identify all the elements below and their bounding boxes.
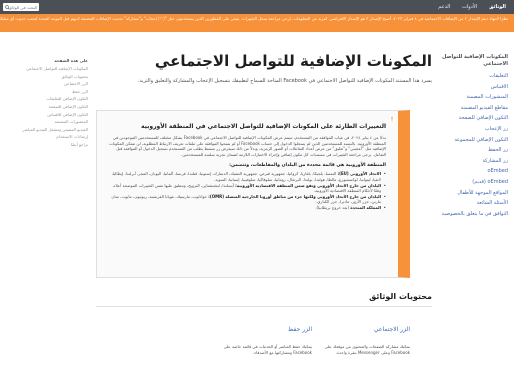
sidebar-item-like-button[interactable]: زر الإعجاب	[434, 124, 508, 135]
toc-link[interactable]: التكون الإضافي للتعليقات	[4, 95, 88, 103]
on-this-page-title: على هذه الصفحة	[54, 58, 88, 63]
eu-changes-callout: التغييرات الطارئة على المكونات الإضافية …	[96, 110, 410, 278]
region-list-item: المملكة المتحدة (بعد خروج بريطانيا).	[107, 205, 386, 211]
nav-tools[interactable]: الأدوات	[462, 4, 477, 10]
on-this-page: على هذه الصفحة المكونات الإضافية للتواصل…	[4, 58, 88, 149]
region-list: الاتحاد الأوروبي (EU): النمسا، بلجيكا، ب…	[107, 171, 386, 210]
region-label: الاتحاد الأوروبي (EU):	[337, 171, 382, 177]
toc-link[interactable]: محتويات الوثائق	[4, 73, 88, 81]
sidebar-section-title[interactable]: المكونات الإضافية للتواصل الاجتماعي	[434, 54, 508, 68]
nav-docs[interactable]: الوثائق	[489, 4, 506, 10]
toc-link[interactable]: الزر الاجتماعي	[4, 80, 88, 88]
callout-subtitle: المنطقة الأوروبية هي قائمة محددة من البل…	[229, 163, 386, 169]
sidebar-item-embedded-posts[interactable]: المنشورات المضمنة	[434, 92, 508, 103]
sidebar-item-oembed[interactable]: oEmbed	[434, 166, 508, 177]
region-list-item: البلدان من خارج الاتحاد الأوروبي وتقع ضم…	[107, 183, 386, 194]
top-navigation-bar: الوثائق الأدوات الدعم	[0, 0, 514, 14]
doc-card-description: يمكنك مشاركة الصفحات والمحتوى من موقعك ع…	[324, 344, 410, 355]
search-box[interactable]	[3, 3, 39, 11]
toc-link[interactable]: تراجع أيضًا	[4, 141, 88, 149]
docs-sidebar: المكونات الإضافية للتواصل الاجتماعي التع…	[434, 54, 508, 219]
doc-card-title[interactable]: الزر الاجتماعي	[374, 326, 410, 333]
search-input[interactable]	[10, 4, 37, 10]
sidebar-item-faq[interactable]: الأسئلة الشائعة	[434, 198, 508, 209]
page-intro: يسرد هذا المستند المكونات الإضافية للتوا…	[137, 78, 432, 84]
region-list-item: الاتحاد الأوروبي (EU): النمسا، بلجيكا، ب…	[107, 171, 386, 182]
toc-link[interactable]: الزر حفظ	[4, 88, 88, 96]
sidebar-item-comments[interactable]: التعليقات	[434, 71, 508, 82]
search-icon[interactable]	[5, 4, 10, 10]
sidebar-item-oembed-legacy[interactable]: oEmbed (قديم)	[434, 177, 508, 188]
sidebar-item-page-plugin[interactable]: التكون الإضافي للصفحة	[434, 113, 508, 124]
toc-link[interactable]: المنشورات المضمنة	[4, 118, 88, 126]
page-title: المكونات الإضافية للتواصل الاجتماعي	[154, 52, 432, 70]
sidebar-item-share-button[interactable]: زر المشاركة	[434, 156, 508, 167]
section-divider	[96, 306, 432, 307]
toc-link[interactable]: التكون الإضافي للصفحة	[4, 103, 88, 111]
region-list-item: البلدان من خارج الاتحاد الأوروبي ولكنها …	[107, 194, 386, 205]
doc-card-title[interactable]: الزر حفظ	[288, 326, 312, 333]
toc-link[interactable]: المكونات الإضافية للتواصل الاجتماعي	[4, 65, 88, 73]
region-label: البلدان من خارج الاتحاد الأوروبي ولكنها …	[208, 193, 381, 199]
sidebar-item-child-directed-sites[interactable]: المواقع الموجهة للأطفال	[434, 188, 508, 199]
region-label: المملكة المتحدة	[350, 204, 381, 210]
main-content: المكونات الإضافية للتواصل الاجتماعي يسرد…	[96, 50, 432, 85]
callout-title: التغييرات الطارئة على المكونات الإضافية …	[141, 123, 386, 130]
notice-banner: نظرًا لانتهاء دعم الإصدار ٢ من الإضافات …	[0, 14, 514, 32]
warning-icon	[388, 115, 396, 123]
toc-link[interactable]: التكون الإضافي للاقتباس	[4, 111, 88, 119]
sidebar-item-embedded-videos[interactable]: مقاطع الفيديو المضمنة	[434, 103, 508, 114]
sidebar-item-save-button[interactable]: زر الحفظ	[434, 145, 508, 156]
region-text: (بعد خروج بريطانيا).	[315, 204, 349, 210]
nav-support[interactable]: الدعم	[438, 4, 450, 10]
doc-card-description: يمكنك حفظ العناصر أو الخدمات في قائمة خا…	[223, 344, 312, 355]
sidebar-item-quote[interactable]: الاقتباس	[434, 82, 508, 93]
doc-card-save-button[interactable]: الزر حفظ يمكنك حفظ العناصر أو الخدمات في…	[222, 326, 312, 355]
top-nav: الوثائق الأدوات الدعم	[438, 0, 506, 14]
callout-body: بدءًا من ٤ يناير ٢٠٢٤، في غياب الموافقة …	[108, 135, 386, 157]
region-label: البلدان من خارج الاتحاد الأوروبي وتقع ضم…	[235, 182, 381, 188]
toc-link[interactable]: الفيديو المضمن ومشغل الفيديو المباشر	[4, 126, 88, 134]
sidebar-item-privacy-compliance[interactable]: التوافق في ما يتعلق بالخصوصية	[434, 209, 508, 220]
notice-banner-text: نظرًا لانتهاء دعم الإصدار ٢ من الإضافات …	[0, 16, 508, 21]
sidebar-item-group-plugin[interactable]: التكون الإضافي للمجموعة	[434, 135, 508, 146]
doc-card-social-button[interactable]: الزر الاجتماعي يمكنك مشاركة الصفحات والم…	[320, 326, 410, 355]
toc-link[interactable]: إرشادات الاستخدام	[4, 133, 88, 141]
docs-contents-heading: محتويات الوثائق	[369, 292, 432, 301]
